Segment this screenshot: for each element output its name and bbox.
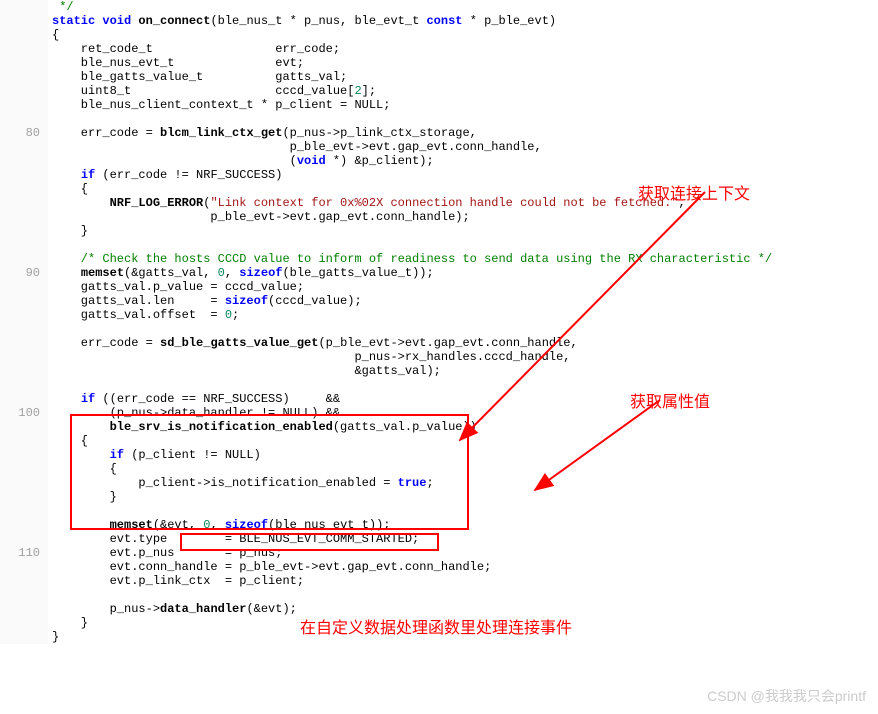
code-line [52,588,878,602]
watermark: CSDN @我我我只会printf [707,686,866,706]
code-line: p_ble_evt->evt.gap_evt.conn_handle); [52,210,878,224]
line-number: 110 [0,546,40,560]
highlight-box [180,533,439,551]
code-line: { [52,182,878,196]
code-line: (void *) &p_client); [52,154,878,168]
code-line: evt.type = BLE_NUS_EVT_COMM_STARTED; [52,532,878,546]
code-line: evt.p_link_ctx = p_client; [52,574,878,588]
code-line: if (err_code != NRF_SUCCESS) [52,168,878,182]
code-editor: 80 90 100 110 */ static void on_connect(… [0,0,878,644]
annotation-text: 在自定义数据处理函数里处理连接事件 [300,614,572,638]
code-line: evt.conn_handle = p_ble_evt->evt.gap_evt… [52,560,878,574]
code-line: static void on_connect(ble_nus_t * p_nus… [52,14,878,28]
line-number-gutter: 80 90 100 110 [0,0,48,644]
annotation-text: 获取属性值 [630,388,710,412]
code-line: ret_code_t err_code; [52,42,878,56]
highlight-box [70,414,469,530]
code-line: gatts_val.offset = 0; [52,308,878,322]
code-line: } [52,224,878,238]
code-line: uint8_t cccd_value[2]; [52,84,878,98]
code-line: if ((err_code == NRF_SUCCESS) && [52,392,878,406]
code-line [52,238,878,252]
code-line: gatts_val.p_value = cccd_value; [52,280,878,294]
code-line: ble_gatts_value_t gatts_val; [52,70,878,84]
code-line: NRF_LOG_ERROR("Link context for 0x%02X c… [52,196,878,210]
line-number: 80 [0,126,40,140]
code-line: /* Check the hosts CCCD value to inform … [52,252,878,266]
line-number: 90 [0,266,40,280]
code-area[interactable]: */ static void on_connect(ble_nus_t * p_… [48,0,878,644]
code-line: evt.p_nus = p_nus; [52,546,878,560]
code-line: err_code = blcm_link_ctx_get(p_nus->p_li… [52,126,878,140]
code-line: p_ble_evt->evt.gap_evt.conn_handle, [52,140,878,154]
code-line [52,112,878,126]
code-line: { [52,28,878,42]
line-number: 100 [0,406,40,420]
annotation-text: 获取连接上下文 [638,180,750,204]
code-line: gatts_val.len = sizeof(cccd_value); [52,294,878,308]
code-line: err_code = sd_ble_gatts_value_get(p_ble_… [52,336,878,350]
code-line: memset(&gatts_val, 0, sizeof(ble_gatts_v… [52,266,878,280]
code-line: */ [52,0,878,14]
code-line: p_nus->rx_handles.cccd_handle, [52,350,878,364]
code-line: &gatts_val); [52,364,878,378]
code-line [52,322,878,336]
code-line: ble_nus_evt_t evt; [52,56,878,70]
code-line [52,378,878,392]
code-line: ble_nus_client_context_t * p_client = NU… [52,98,878,112]
